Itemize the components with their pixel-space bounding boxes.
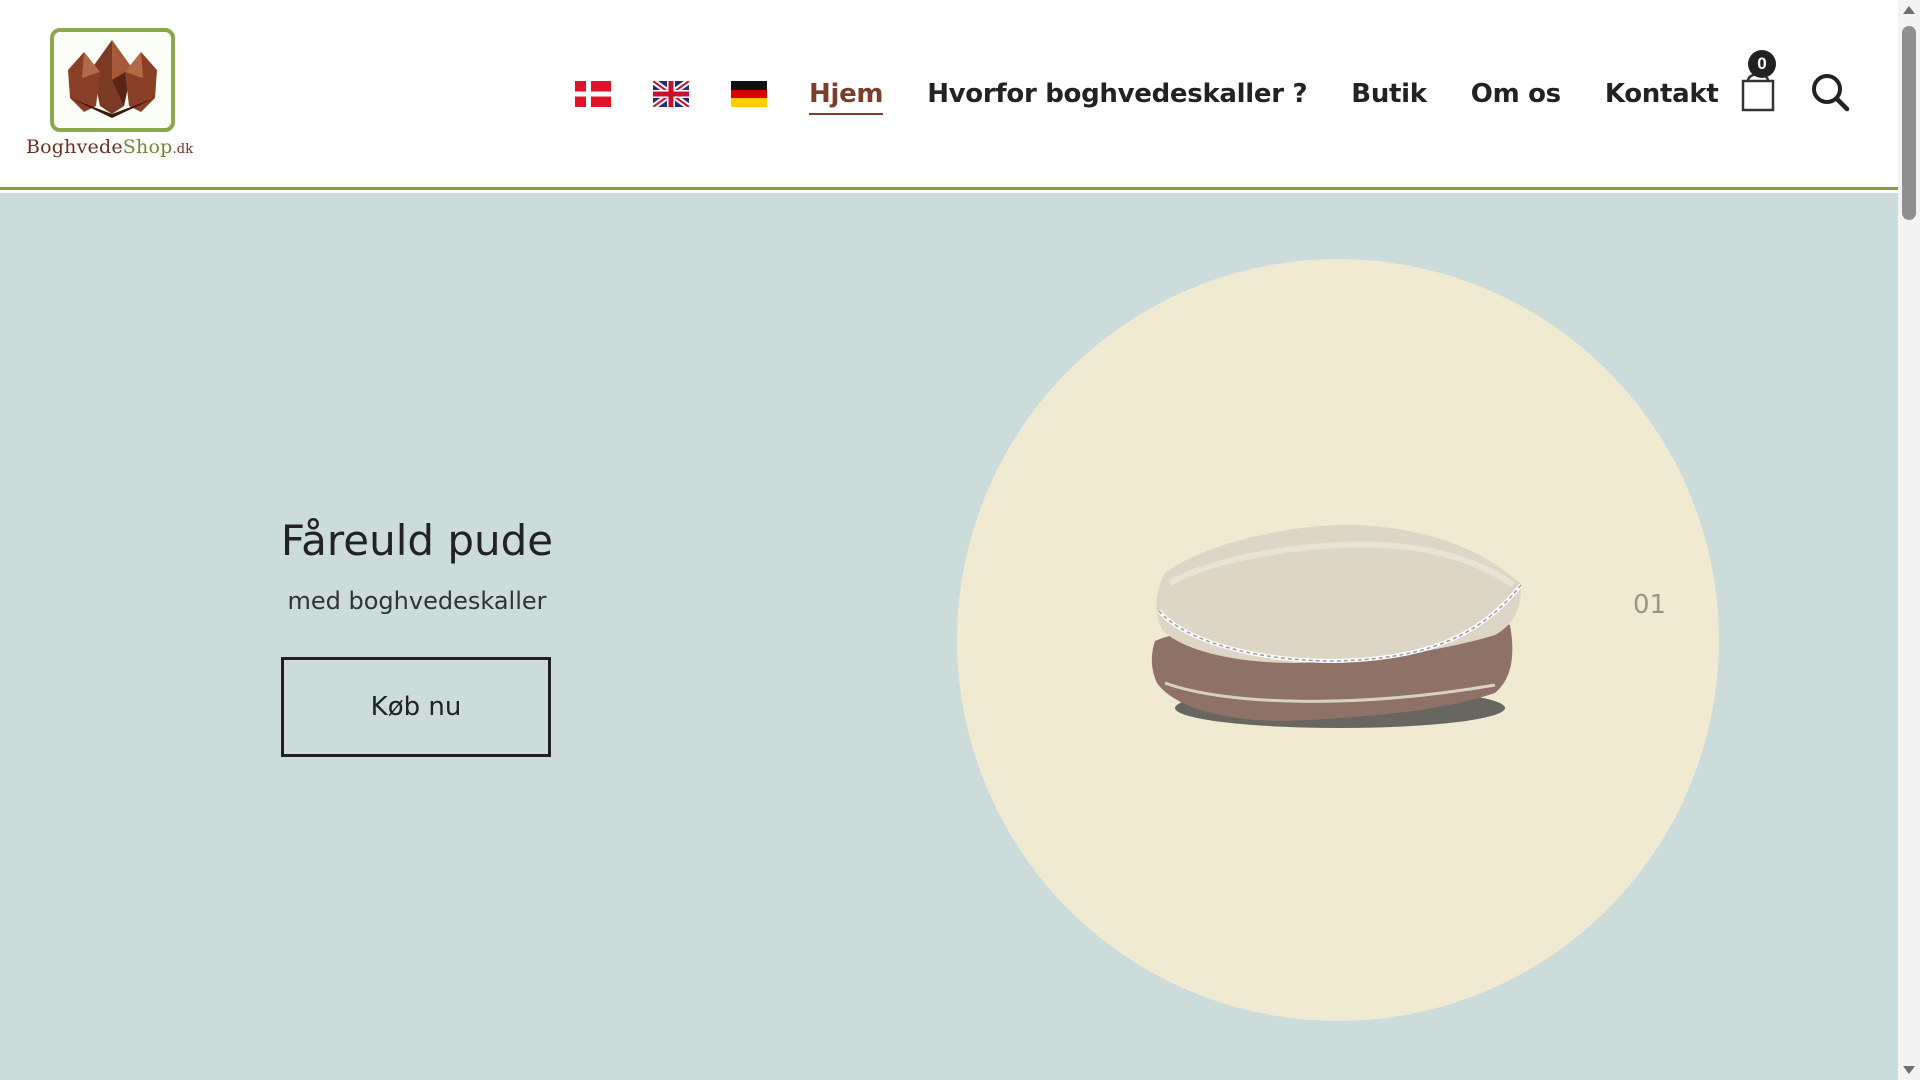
buckwheat-logo-icon: [68, 40, 157, 118]
scroll-up-arrow-icon[interactable]: [1903, 6, 1915, 14]
hero-text-block: Fåreuld pude med boghvedeskaller: [262, 513, 572, 615]
nav-link-butik[interactable]: Butik: [1351, 72, 1427, 116]
hero-title: Fåreuld pude: [280, 516, 554, 565]
buy-now-button[interactable]: Køb nu: [281, 657, 551, 757]
logo-text-tld: .dk: [172, 142, 194, 157]
nav-link-om-os[interactable]: Om os: [1471, 72, 1561, 116]
scrollbar-thumb[interactable]: [1902, 26, 1916, 220]
hero-subtitle: med boghvedeskaller: [287, 587, 547, 615]
cart-button[interactable]: 0: [1738, 50, 1778, 115]
cart-count-badge: 0: [1748, 50, 1776, 78]
pillows-image: [1151, 524, 1523, 728]
logo-text-part1: Boghvede: [26, 136, 123, 158]
page-scrollbar[interactable]: [1898, 0, 1920, 1080]
slide-number: 01: [1633, 590, 1667, 620]
site-header: BoghvedeShop.dk Hjem Hvorfor boghvedeska…: [0, 0, 1898, 190]
english-flag-icon[interactable]: [653, 81, 689, 107]
site-logo[interactable]: BoghvedeShop.dk: [26, 28, 201, 163]
main-navigation: Hjem Hvorfor boghvedeskaller ? Butik Om …: [575, 72, 1763, 116]
german-flag-icon[interactable]: [731, 81, 767, 107]
logo-text-part2: Shop: [122, 136, 173, 158]
logo-text: BoghvedeShop.dk: [26, 136, 201, 158]
nav-link-hvorfor-boghvedeskaller[interactable]: Hvorfor boghvedeskaller ?: [927, 72, 1307, 116]
danish-flag-icon[interactable]: [575, 81, 611, 107]
nav-link-hjem[interactable]: Hjem: [809, 73, 884, 115]
search-button[interactable]: [1810, 72, 1850, 112]
hero-slider: Fåreuld pude med boghvedeskaller Køb nu …: [0, 193, 1898, 1080]
page: BoghvedeShop.dk Hjem Hvorfor boghvedeska…: [0, 0, 1920, 1080]
logo-emblem: [50, 28, 175, 132]
nav-link-kontakt[interactable]: Kontakt: [1605, 72, 1719, 116]
scroll-down-arrow-icon[interactable]: [1903, 1066, 1915, 1074]
search-icon: [1812, 74, 1850, 112]
